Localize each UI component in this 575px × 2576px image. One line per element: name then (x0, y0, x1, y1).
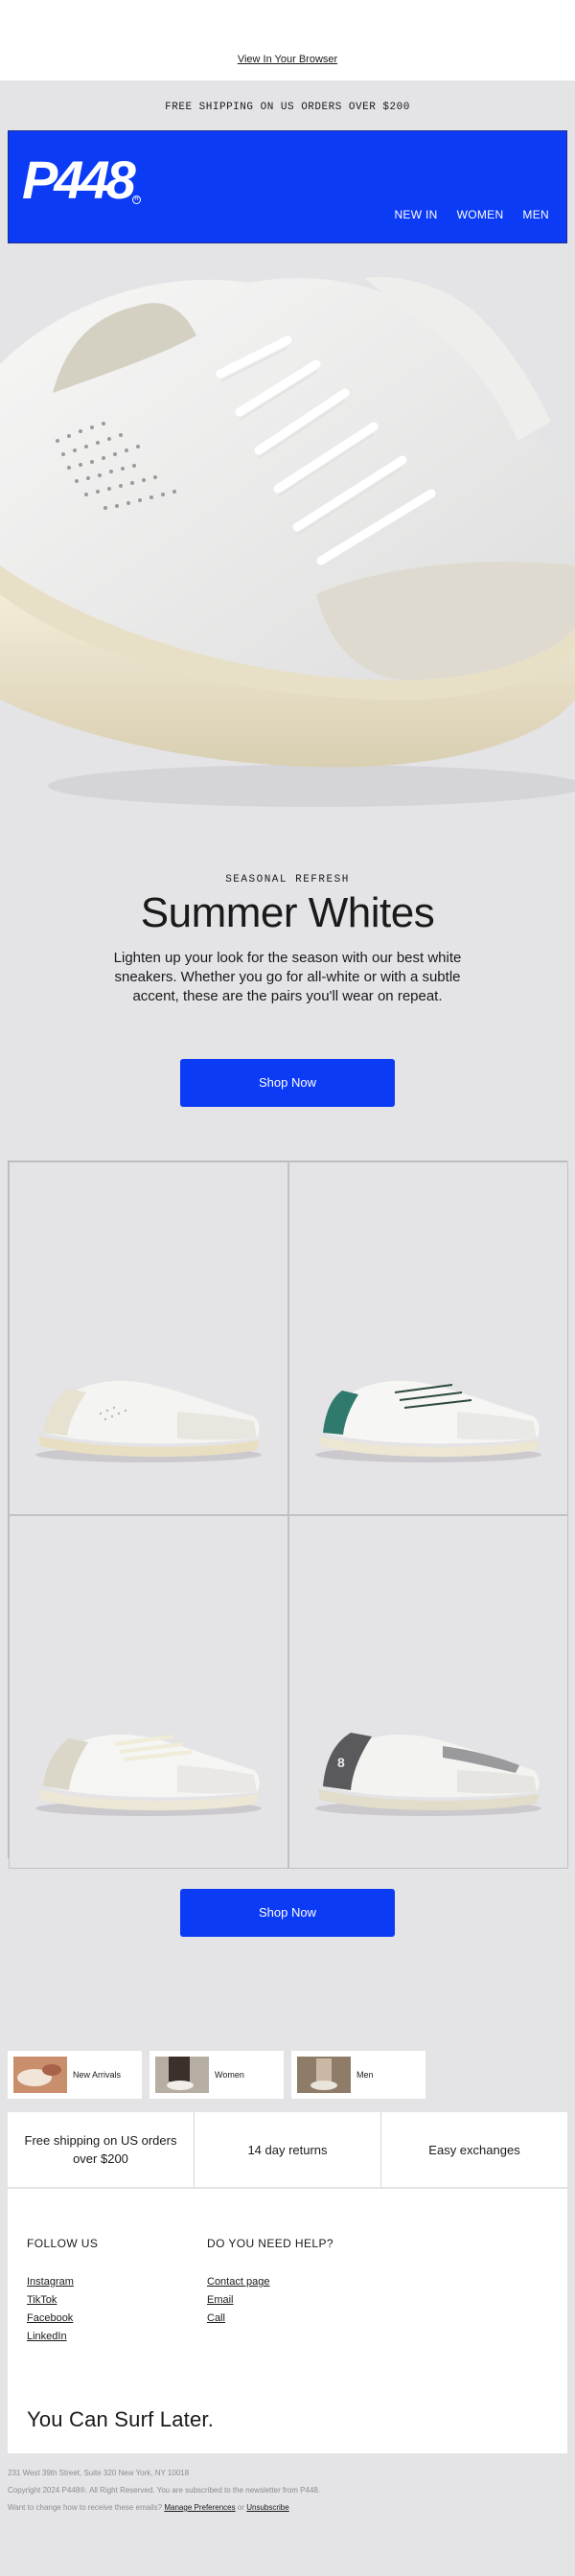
shop-now-button[interactable]: Shop Now (180, 1059, 395, 1107)
perk-exchanges: Easy exchanges (428, 2142, 520, 2157)
product-card[interactable] (9, 1162, 288, 1515)
sneaker-image (315, 1380, 541, 1462)
social-links: Instagram TikTok Facebook LinkedIn (27, 2275, 74, 2344)
sneaker-image: 8 (315, 1733, 541, 1816)
category-thumbnail (297, 2057, 351, 2093)
hero-sneaker-image[interactable] (0, 249, 575, 843)
footer-links-panel: FOLLOW US Instagram TikTok Facebook Link… (8, 2189, 567, 2453)
help-heading: DO YOU NEED HELP? (207, 2237, 334, 2250)
sneaker-image (35, 1734, 262, 1816)
nav-men[interactable]: MEN (522, 208, 549, 221)
follow-us-heading: FOLLOW US (27, 2237, 99, 2250)
call-link[interactable]: Call (207, 2312, 269, 2326)
legal-footer: 231 West 39th Street, Suite 320 New York… (8, 2465, 567, 2517)
linkedin-link[interactable]: LinkedIn (27, 2330, 74, 2344)
manage-preferences-link[interactable]: Manage Preferences (164, 2503, 235, 2512)
hero-body: Lighten up your look for the season with… (113, 950, 462, 1004)
product-card[interactable]: 8 (288, 1515, 568, 1869)
unsubscribe-link[interactable]: Unsubscribe (246, 2503, 288, 2512)
contact-page-link[interactable]: Contact page (207, 2275, 269, 2289)
brand-logo[interactable]: P448 R (22, 150, 141, 210)
company-address: 231 West 39th Street, Suite 320 New York… (8, 2469, 190, 2477)
preheader: View In Your Browser (0, 0, 575, 80)
view-in-browser-link[interactable]: View In Your Browser (0, 54, 575, 65)
instagram-link[interactable]: Instagram (27, 2275, 74, 2289)
shop-now-button-secondary[interactable]: Shop Now (180, 1889, 395, 1937)
category-label: Women (215, 2070, 244, 2080)
category-women[interactable]: Women (150, 2051, 284, 2099)
category-links: New Arrivals Women Men (8, 2051, 426, 2099)
perk-returns: 14 day returns (195, 2112, 381, 2187)
or-text: or (237, 2503, 244, 2512)
help-links: Contact page Email Call (207, 2275, 269, 2326)
hero-title: Summer Whites (140, 889, 435, 936)
brand-header: P448 R NEW IN WOMEN MEN (8, 130, 567, 243)
tagline: You Can Surf Later. (27, 2407, 215, 2431)
facebook-link[interactable]: Facebook (27, 2312, 74, 2326)
preferences-line: Want to change how to receive these emai… (8, 2499, 567, 2517)
nav-women[interactable]: WOMEN (457, 208, 504, 221)
category-label: Men (356, 2070, 374, 2080)
product-card[interactable] (288, 1162, 568, 1515)
product-grid: 8 (8, 1161, 568, 1869)
svg-text:8: 8 (337, 1755, 345, 1770)
copyright-notice: Copyright 2024 P448®. All Right Reserved… (8, 2486, 321, 2495)
sneaker-image (35, 1380, 262, 1462)
preferences-prefix: Want to change how to receive these emai… (8, 2503, 163, 2512)
registered-mark-icon: R (132, 196, 141, 204)
category-men[interactable]: Men (291, 2051, 426, 2099)
main-nav: NEW IN WOMEN MEN (394, 208, 549, 221)
category-thumbnail (13, 2057, 67, 2093)
product-card[interactable] (9, 1515, 288, 1869)
nav-new-in[interactable]: NEW IN (394, 208, 437, 221)
perks-bar: Free shipping on US orders over $200 14 … (8, 2112, 567, 2187)
tiktok-link[interactable]: TikTok (27, 2293, 74, 2308)
logo-wordmark: P448 (22, 150, 136, 210)
shipping-banner: FREE SHIPPING ON US ORDERS OVER $200 (165, 102, 410, 113)
category-new-arrivals[interactable]: New Arrivals (8, 2051, 142, 2099)
perk-free-shipping: Free shipping on US orders over $200 (8, 2112, 195, 2187)
email-link[interactable]: Email (207, 2293, 269, 2308)
category-label: New Arrivals (73, 2070, 122, 2080)
category-thumbnail (155, 2057, 209, 2093)
